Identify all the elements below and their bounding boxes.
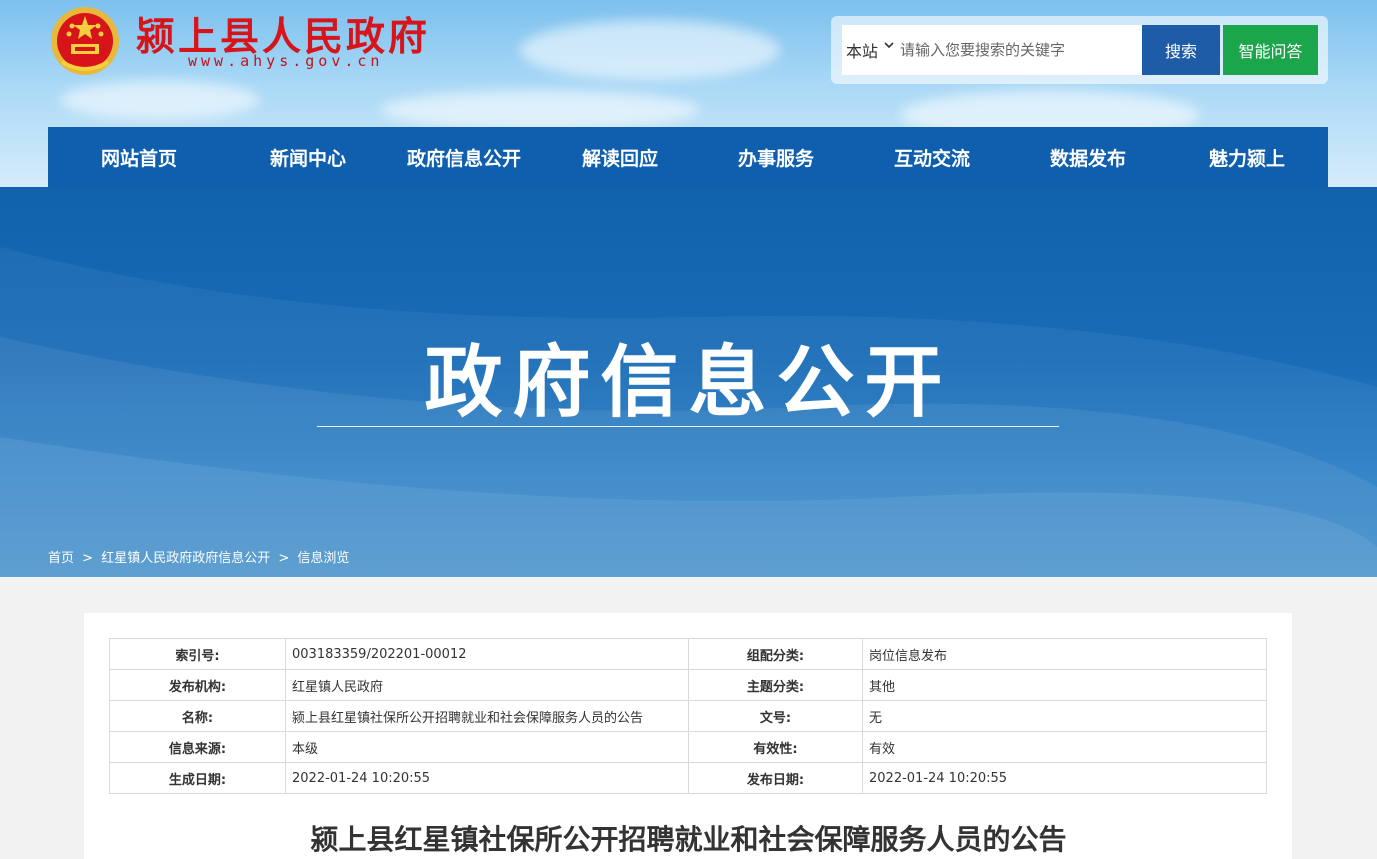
meta-value: 2022-01-24 10:20:55 bbox=[862, 762, 1267, 794]
search-input[interactable] bbox=[900, 30, 1138, 70]
breadcrumb-home[interactable]: 首页 bbox=[48, 551, 74, 566]
meta-value: 其他 bbox=[862, 669, 1267, 701]
nav-item-data[interactable]: 数据发布 bbox=[1010, 127, 1166, 187]
meta-label: 有效性: bbox=[688, 731, 863, 763]
nav-item-gov-info[interactable]: 政府信息公开 bbox=[386, 127, 542, 187]
site-url: www.ahys.gov.cn bbox=[188, 52, 384, 70]
meta-label: 发布机构: bbox=[109, 669, 286, 701]
national-emblem-icon[interactable] bbox=[48, 4, 122, 78]
table-row: 生成日期: 2022-01-24 10:20:55 发布日期: 2022-01-… bbox=[109, 762, 1267, 794]
breadcrumb-separator: > bbox=[82, 551, 94, 566]
nav-item-home[interactable]: 网站首页 bbox=[48, 127, 230, 187]
meta-label: 名称: bbox=[109, 700, 286, 732]
article-title: 颍上县红星镇社保所公开招聘就业和社会保障服务人员的公告 bbox=[310, 823, 1067, 856]
meta-label: 发布日期: bbox=[688, 762, 863, 794]
meta-value: 有效 bbox=[862, 731, 1267, 763]
meta-label: 主题分类: bbox=[688, 669, 863, 701]
table-row: 发布机构: 红星镇人民政府 主题分类: 其他 bbox=[109, 669, 1267, 701]
nav-item-interaction[interactable]: 互动交流 bbox=[854, 127, 1010, 187]
banner: 政府信息公开 bbox=[0, 187, 1377, 577]
meta-label: 生成日期: bbox=[109, 762, 286, 794]
meta-value: 本级 bbox=[285, 731, 689, 763]
breadcrumb: 首页 > 红星镇人民政府政府信息公开 > 信息浏览 bbox=[48, 547, 353, 566]
banner-divider bbox=[317, 426, 1059, 427]
meta-value: 红星镇人民政府 bbox=[285, 669, 689, 701]
nav-item-services[interactable]: 办事服务 bbox=[698, 127, 854, 187]
table-row: 名称: 颍上县红星镇社保所公开招聘就业和社会保障服务人员的公告 文号: 无 bbox=[109, 700, 1267, 732]
banner-title: 政府信息公开 bbox=[424, 338, 953, 428]
info-meta-table: 索引号: 003183359/202201-00012 组配分类: 岗位信息发布… bbox=[109, 638, 1267, 794]
chevron-down-icon[interactable] bbox=[884, 40, 894, 50]
table-row: 索引号: 003183359/202201-00012 组配分类: 岗位信息发布 bbox=[109, 638, 1267, 670]
meta-value: 颍上县红星镇社保所公开招聘就业和社会保障服务人员的公告 bbox=[285, 700, 689, 732]
meta-value: 003183359/202201-00012 bbox=[285, 638, 689, 670]
meta-label: 组配分类: bbox=[688, 638, 863, 670]
meta-label: 索引号: bbox=[109, 638, 286, 670]
search-button[interactable]: 搜索 bbox=[1142, 25, 1220, 75]
main-nav: 网站首页 新闻中心 政府信息公开 解读回应 办事服务 互动交流 数据发布 魅力颍… bbox=[48, 127, 1328, 187]
breadcrumb-current[interactable]: 信息浏览 bbox=[297, 551, 349, 566]
meta-value: 无 bbox=[862, 700, 1267, 732]
nav-item-interpretation[interactable]: 解读回应 bbox=[542, 127, 698, 187]
smart-qa-button[interactable]: 智能问答 bbox=[1223, 25, 1318, 75]
nav-item-charm[interactable]: 魅力颍上 bbox=[1166, 127, 1328, 187]
breadcrumb-gov-info[interactable]: 红星镇人民政府政府信息公开 bbox=[101, 551, 270, 566]
table-row: 信息来源: 本级 有效性: 有效 bbox=[109, 731, 1267, 763]
search-scope-select[interactable]: 本站 bbox=[846, 38, 878, 62]
meta-label: 信息来源: bbox=[109, 731, 286, 763]
breadcrumb-separator: > bbox=[278, 551, 290, 566]
meta-label: 文号: bbox=[688, 700, 863, 732]
meta-value: 2022-01-24 10:20:55 bbox=[285, 762, 689, 794]
meta-value: 岗位信息发布 bbox=[862, 638, 1267, 670]
nav-item-news[interactable]: 新闻中心 bbox=[230, 127, 386, 187]
